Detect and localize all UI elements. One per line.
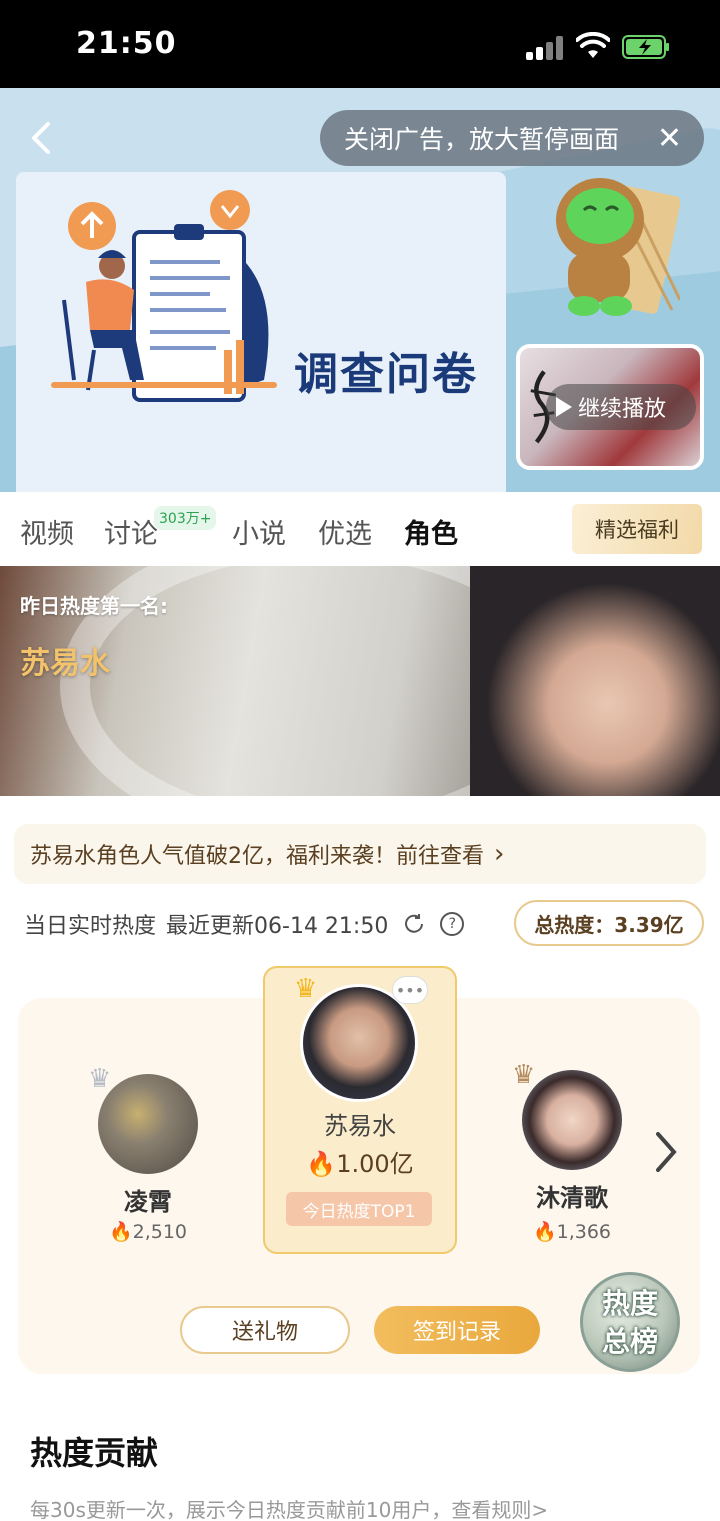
rank3-score: 🔥1,366 bbox=[532, 1221, 612, 1243]
rank3-name: 沐清歌 bbox=[536, 1184, 608, 1212]
chat-bubble-icon[interactable]: ••• bbox=[392, 976, 428, 1004]
silver-crown-icon: ♛ bbox=[88, 1064, 112, 1094]
fire-icon: 🔥 bbox=[108, 1221, 133, 1243]
featured-benefits-button[interactable]: 精选福利 bbox=[572, 504, 702, 554]
battery-icon bbox=[622, 35, 669, 59]
heat-leaderboard-button[interactable]: 热度 总榜 bbox=[580, 1272, 680, 1372]
checkin-record-button[interactable]: 签到记录 bbox=[374, 1306, 540, 1354]
fire-icon: 🔥 bbox=[532, 1221, 557, 1243]
survey-ad-card[interactable]: 调查问卷 bbox=[16, 172, 506, 492]
rank2-name: 凌霄 bbox=[124, 1188, 172, 1216]
heat-info-row: 当日实时热度 最近更新06-14 21:50 ? bbox=[24, 908, 465, 940]
chevron-right-icon: › bbox=[494, 839, 505, 869]
chevron-right-icon[interactable] bbox=[654, 1130, 678, 1174]
bronze-crown-icon: ♛ bbox=[512, 1060, 536, 1090]
tab-bar: 视频 讨论 303万+ 小说 优选 角色 精选福利 bbox=[0, 492, 720, 566]
avatar-rank3[interactable] bbox=[522, 1070, 622, 1170]
notice-text: 苏易水角色人气值破2亿，福利来袭！前往查看 bbox=[30, 844, 484, 869]
close-ad-button[interactable]: 关闭广告，放大暂停画面 ✕ bbox=[320, 110, 704, 166]
tab-video[interactable]: 视频 bbox=[20, 512, 74, 551]
heat-label: 当日实时热度 bbox=[24, 914, 157, 939]
rank1-score: 🔥1.00亿 bbox=[306, 1150, 414, 1178]
wifi-icon bbox=[576, 32, 610, 58]
mini-video-player[interactable]: 继续播放 bbox=[516, 344, 704, 470]
total-heat-badge[interactable]: 总热度：3.39亿 bbox=[514, 900, 704, 946]
send-gift-button[interactable]: 送礼物 bbox=[180, 1306, 350, 1354]
ad-card-title: 调查问卷 bbox=[294, 349, 478, 400]
tab-discussion[interactable]: 讨论 bbox=[104, 512, 158, 551]
mascot-image bbox=[556, 178, 680, 316]
tab-novel[interactable]: 小说 bbox=[232, 512, 286, 551]
continue-play-label: 继续播放 bbox=[578, 397, 667, 422]
fire-icon: 🔥 bbox=[306, 1150, 337, 1178]
contribution-title: 热度贡献 bbox=[30, 1434, 159, 1472]
rank2-score: 🔥2,510 bbox=[108, 1221, 188, 1243]
hero-banner[interactable]: 昨日热度第一名: 苏易水 bbox=[0, 566, 720, 796]
popularity-notice[interactable]: 苏易水角色人气值破2亿，福利来袭！前往查看 › bbox=[14, 824, 706, 884]
play-icon bbox=[556, 397, 572, 417]
hero-name: 苏易水 bbox=[20, 646, 110, 681]
back-chevron-icon[interactable] bbox=[22, 118, 62, 158]
close-icon[interactable]: ✕ bbox=[657, 121, 682, 156]
top1-badge: 今日热度TOP1 bbox=[286, 1192, 432, 1226]
status-time: 21:50 bbox=[76, 26, 177, 61]
hero-character-image bbox=[470, 566, 720, 796]
close-ad-label: 关闭广告，放大暂停画面 bbox=[344, 125, 620, 154]
contribution-rules-link[interactable]: 每30s更新一次，展示今日热度贡献前10用户，查看规则> bbox=[30, 1494, 548, 1521]
gold-crown-icon: ♛ bbox=[294, 974, 318, 1004]
tab-character[interactable]: 角色 bbox=[404, 512, 458, 551]
signal-icon bbox=[526, 36, 564, 60]
ad-banner[interactable]: 调查问卷 关闭广告，放大暂停画面 ✕ 继续播放 bbox=[0, 88, 720, 492]
survey-illustration bbox=[51, 190, 277, 402]
continue-play-button[interactable]: 继续播放 bbox=[546, 384, 696, 430]
status-bar: 21:50 bbox=[0, 0, 720, 88]
rank1-name: 苏易水 bbox=[324, 1112, 396, 1140]
tab-featured[interactable]: 优选 bbox=[318, 512, 372, 551]
avatar-rank2[interactable] bbox=[98, 1074, 198, 1174]
help-icon[interactable]: ? bbox=[440, 912, 465, 936]
hero-caption: 昨日热度第一名: bbox=[20, 594, 168, 618]
refresh-icon[interactable] bbox=[402, 912, 426, 936]
heat-updated: 最近更新06-14 21:50 bbox=[166, 914, 389, 939]
discussion-count-badge: 303万+ bbox=[154, 506, 217, 530]
